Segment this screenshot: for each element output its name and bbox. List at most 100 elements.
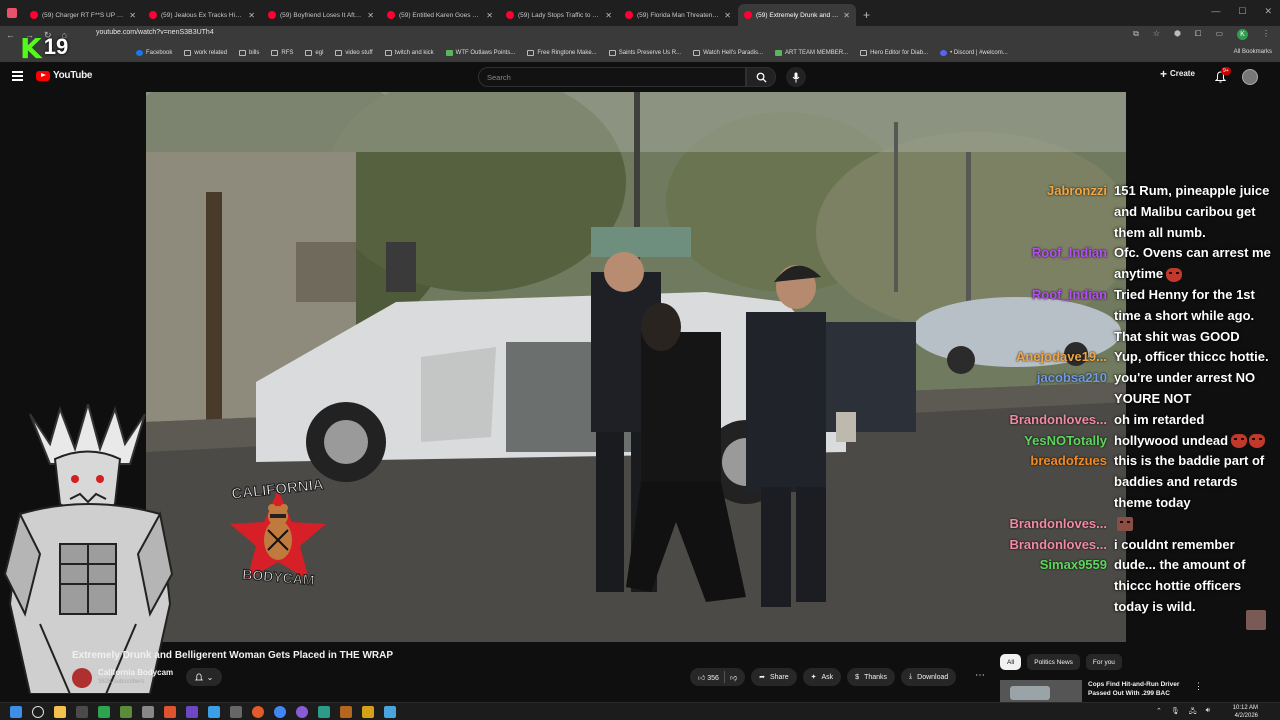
bookmark-item[interactable]: twitch and kick — [384, 50, 434, 56]
close-tab-icon[interactable]: ✕ — [724, 11, 731, 20]
app-icon[interactable] — [318, 706, 330, 718]
app-icon[interactable] — [296, 706, 308, 718]
search-input[interactable]: Search — [478, 67, 746, 87]
profile-avatar[interactable]: K — [1237, 29, 1248, 40]
network-icon[interactable]: 🖧︎ — [1189, 707, 1197, 718]
chrome-icon[interactable] — [274, 706, 286, 718]
mic-icon[interactable]: 🎙︎ — [1171, 707, 1180, 718]
xbox-icon[interactable] — [98, 706, 110, 718]
settings-icon[interactable] — [384, 706, 396, 718]
extension-icon[interactable]: ⬢ — [1174, 29, 1181, 40]
filter-chip[interactable]: For you — [1085, 654, 1122, 670]
subscribed-bell-button[interactable]: ⌄ — [186, 668, 222, 686]
app-icon[interactable] — [186, 706, 198, 718]
browser-tab[interactable]: (59) Entitled Karen Goes Ballist ✕ — [381, 4, 499, 26]
bookmark-item[interactable]: Hero Editor for Diab... — [860, 50, 928, 56]
back-icon[interactable]: ← — [6, 30, 15, 41]
chat-username[interactable]: Brandonloves... — [1000, 514, 1114, 535]
recommended-title[interactable]: Cops Find Hit-and-Run Driver Passed Out … — [1088, 681, 1188, 698]
app-icon[interactable] — [340, 706, 352, 718]
browser-menu-icon[interactable] — [0, 0, 24, 26]
chrome-menu-icon[interactable]: ⋮ — [1262, 29, 1270, 40]
chat-username[interactable]: Anejodave19... — [1000, 347, 1114, 368]
close-tab-icon[interactable]: ✕ — [486, 11, 493, 20]
bookmark-item[interactable]: work related — [184, 50, 227, 56]
chat-username[interactable]: Brandonloves... — [1000, 535, 1114, 556]
app-icon[interactable] — [208, 706, 220, 718]
voice-search-button[interactable] — [786, 67, 806, 87]
start-icon[interactable] — [10, 706, 22, 718]
chat-username[interactable]: Simax9559 — [1000, 555, 1114, 617]
close-tab-icon[interactable]: ✕ — [248, 11, 255, 20]
browser-tab[interactable]: (59) Extremely Drunk and Bel ✕ — [738, 4, 856, 26]
browser-tab[interactable]: (59) Jealous Ex Tracks His Loser ✕ — [143, 4, 261, 26]
filter-chip[interactable]: All — [1000, 654, 1022, 670]
dislike-button[interactable]: 👎︎ — [730, 673, 737, 682]
browser-tab[interactable]: (59) Charger RT F**S UP Calif ✕ — [24, 4, 142, 26]
close-window-button[interactable]: ✕ — [1264, 6, 1272, 17]
more-actions-icon[interactable]: ⋯ — [975, 670, 985, 681]
maximize-button[interactable]: ☐ — [1238, 6, 1246, 17]
bookmark-star-icon[interactable]: ☆ — [1153, 29, 1160, 40]
app-icon[interactable] — [230, 706, 242, 718]
volume-icon[interactable]: 🔊︎ — [1206, 707, 1210, 718]
close-tab-icon[interactable]: ✕ — [129, 11, 136, 20]
search-icon[interactable] — [32, 706, 44, 718]
bookmark-item[interactable]: Free Ringtone Make... — [527, 50, 597, 56]
notifications-button[interactable]: 9+ — [1214, 67, 1231, 88]
close-tab-icon[interactable]: ✕ — [843, 11, 850, 20]
chevron-up-icon[interactable]: ⌃ — [1156, 707, 1162, 718]
bookmark-item[interactable]: WTF Outlaws Points... — [445, 50, 515, 56]
filter-chip[interactable]: Politics News — [1027, 654, 1080, 670]
install-icon[interactable]: ⧉ — [1133, 29, 1139, 40]
recommended-more-icon[interactable]: ⋮ — [1194, 681, 1203, 692]
bookmark-item[interactable]: video stuff — [335, 50, 373, 56]
bookmark-item[interactable]: Saints Preserve Us R... — [608, 50, 681, 56]
terminal-icon[interactable] — [76, 706, 88, 718]
bookmark-item[interactable]: Watch Hell's Paradis... — [693, 50, 763, 56]
bookmark-item[interactable]: bills — [239, 50, 259, 56]
vlc-icon[interactable] — [164, 706, 176, 718]
url-field[interactable]: youtube.com/watch?v=nenS3B3UTh4 — [96, 29, 214, 36]
steam-icon[interactable] — [142, 706, 154, 718]
browser-tab[interactable]: (59) Florida Man Threatens Off ✕ — [619, 4, 737, 26]
bookmark-item[interactable]: RFS — [271, 50, 293, 56]
share-button[interactable]: ➦ Share — [751, 668, 797, 686]
chat-username[interactable]: Roof_Indian — [1000, 243, 1114, 285]
channel-name[interactable]: California Bodycam — [98, 668, 173, 677]
browser-tab[interactable]: (59) Lady Stops Traffic to Help I ✕ — [500, 4, 618, 26]
minimize-button[interactable]: — — [1211, 6, 1220, 17]
chat-username[interactable]: Roof_Indian — [1000, 285, 1114, 347]
bookmark-item[interactable]: ART TEAM MEMBER... — [775, 50, 848, 56]
app-icon[interactable] — [362, 706, 374, 718]
browser-tab[interactable]: (59) Boyfriend Loses It After He ✕ — [262, 4, 380, 26]
close-tab-icon[interactable]: ✕ — [367, 11, 374, 20]
firefox-icon[interactable] — [252, 706, 264, 718]
thanks-button[interactable]: $ Thanks — [847, 668, 896, 686]
extensions-puzzle-icon[interactable]: ⧠ — [1195, 29, 1201, 40]
bookmark-item[interactable]: • Discord | #welcom... — [940, 50, 1008, 56]
bookmark-item[interactable]: Facebook — [136, 50, 172, 56]
recommended-thumbnail[interactable] — [1000, 680, 1082, 702]
close-tab-icon[interactable]: ✕ — [605, 11, 612, 20]
app-icon[interactable] — [120, 706, 132, 718]
chat-username[interactable]: breadofzues — [1000, 451, 1114, 513]
chat-username[interactable]: Brandonloves... — [1000, 410, 1114, 431]
chat-username[interactable]: jacobsa210 — [1000, 368, 1114, 410]
channel-avatar[interactable] — [72, 668, 92, 688]
sidepanel-icon[interactable]: ▭ — [1215, 29, 1223, 40]
ask-button[interactable]: ✦ Ask — [802, 668, 842, 686]
youtube-logo[interactable]: YouTube — [36, 70, 93, 81]
all-bookmarks-button[interactable]: All Bookmarks — [1234, 49, 1272, 55]
create-button[interactable]: + Create — [1160, 68, 1195, 80]
menu-icon[interactable] — [12, 71, 23, 83]
file-explorer-icon[interactable] — [54, 706, 66, 718]
account-avatar[interactable] — [1242, 69, 1258, 85]
download-button[interactable]: ⤓ Download — [901, 668, 957, 686]
chat-username[interactable]: Jabronzzi — [1000, 181, 1114, 243]
new-tab-button[interactable]: + — [863, 4, 870, 26]
bookmark-item[interactable]: egl — [305, 50, 323, 56]
system-clock[interactable]: 10:12 AM 4/2/2026 — [1233, 705, 1258, 720]
like-button[interactable]: 👍︎ 356 — [698, 673, 719, 682]
chat-username[interactable]: YesNOTotally — [1000, 431, 1114, 452]
